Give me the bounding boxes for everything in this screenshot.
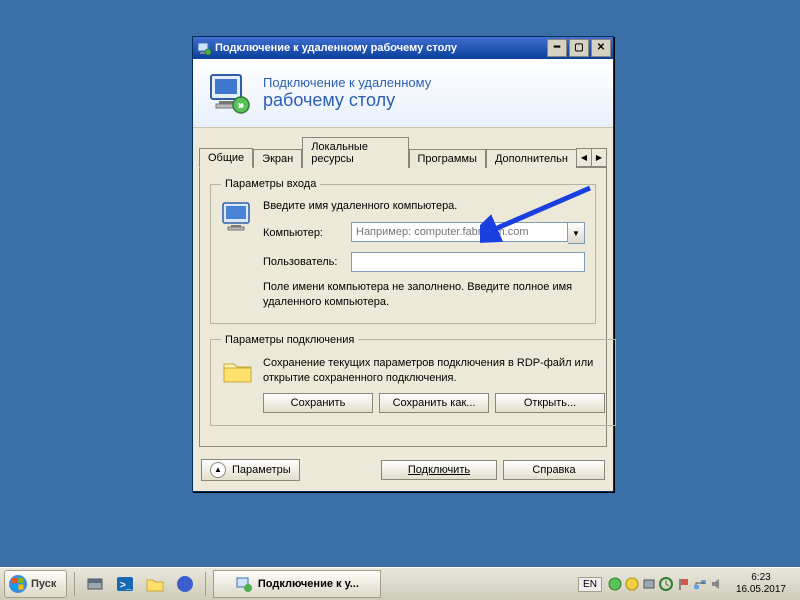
login-instruction: Введите имя удаленного компьютера. xyxy=(263,200,585,212)
tray-icon-4[interactable] xyxy=(659,577,673,591)
tab-scroll-left[interactable]: ◀ xyxy=(576,148,592,167)
maximize-button[interactable]: ▢ xyxy=(569,39,589,57)
user-label: Пользователь: xyxy=(263,256,351,268)
language-indicator[interactable]: EN xyxy=(578,577,602,592)
window-footer: ▲ Параметры Подключить Справка xyxy=(193,453,613,491)
connection-params-group: Параметры подключения Сохранение текущих… xyxy=(210,334,616,426)
desktop: Подключение к удаленному рабочему столу … xyxy=(0,0,800,600)
tab-display[interactable]: Экран xyxy=(253,149,302,168)
clock[interactable]: 6:23 16.05.2017 xyxy=(730,572,792,596)
computer-input[interactable] xyxy=(351,222,568,242)
rdc-logo-icon: » xyxy=(207,71,251,115)
user-input[interactable] xyxy=(351,252,585,272)
save-as-button[interactable]: Сохранить как... xyxy=(379,393,489,413)
connection-text: Сохранение текущих параметров подключени… xyxy=(263,356,605,387)
ql-server-manager[interactable] xyxy=(81,570,109,598)
save-button[interactable]: Сохранить xyxy=(263,393,373,413)
computer-combo[interactable]: ▼ xyxy=(351,222,585,244)
computer-dropdown-button[interactable]: ▼ xyxy=(568,222,585,244)
options-label: Параметры xyxy=(232,464,291,476)
ql-explorer[interactable] xyxy=(141,570,169,598)
banner-subtitle: Подключение к удаленному xyxy=(263,75,431,90)
quick-launch: >_ xyxy=(78,570,202,598)
rdc-window: Подключение к удаленному рабочему столу … xyxy=(192,36,614,492)
start-label: Пуск xyxy=(31,578,56,590)
chevron-up-icon: ▲ xyxy=(210,462,226,478)
clock-time: 6:23 xyxy=(736,572,786,584)
options-toggle-button[interactable]: ▲ Параметры xyxy=(201,459,300,481)
tab-panel-general: Параметры входа Введите имя удаленного к… xyxy=(199,167,607,447)
tray-sound-icon[interactable] xyxy=(710,577,724,591)
tab-programs[interactable]: Программы xyxy=(409,149,486,168)
tab-general[interactable]: Общие xyxy=(199,148,253,168)
ql-powershell[interactable]: >_ xyxy=(111,570,139,598)
window-title: Подключение к удаленному рабочему столу xyxy=(215,42,457,54)
tab-scroll-right[interactable]: ▶ xyxy=(591,148,607,167)
login-params-group: Параметры входа Введите имя удаленного к… xyxy=(210,178,596,324)
tray-flag-icon[interactable] xyxy=(676,577,690,591)
ql-firefox[interactable] xyxy=(171,570,199,598)
tray-icon-3[interactable] xyxy=(642,577,656,591)
tray-icon-1[interactable] xyxy=(608,577,622,591)
open-button[interactable]: Открыть... xyxy=(495,393,605,413)
svg-text:»: » xyxy=(238,98,245,112)
help-button[interactable]: Справка xyxy=(503,460,605,480)
svg-text:>_: >_ xyxy=(120,580,132,591)
task-label: Подключение к у... xyxy=(258,578,359,590)
taskbar-task-rdc[interactable]: Подключение к у... xyxy=(213,570,381,598)
taskbar: Пуск >_ Подключение к у... EN xyxy=(0,567,800,600)
windows-logo-icon xyxy=(9,575,27,593)
banner-title: рабочему столу xyxy=(263,90,431,111)
tray-icon-2[interactable] xyxy=(625,577,639,591)
minimize-button[interactable]: ━ xyxy=(547,39,567,57)
app-icon xyxy=(197,41,211,55)
login-params-legend: Параметры входа xyxy=(221,178,320,190)
folder-icon xyxy=(221,356,255,386)
tab-strip: Общие Экран Локальные ресурсы Программы … xyxy=(199,136,607,167)
connection-params-legend: Параметры подключения xyxy=(221,334,358,346)
titlebar[interactable]: Подключение к удаленному рабочему столу … xyxy=(193,37,613,59)
close-button[interactable]: ✕ xyxy=(591,39,611,57)
monitor-icon xyxy=(221,200,255,234)
header-banner: » Подключение к удаленному рабочему стол… xyxy=(193,59,613,128)
computer-label: Компьютер: xyxy=(263,227,351,239)
computer-hint: Поле имени компьютера не заполнено. Введ… xyxy=(263,280,585,311)
system-tray: EN 6:23 16.05.2017 xyxy=(570,572,800,596)
clock-date: 16.05.2017 xyxy=(736,584,786,596)
connect-button[interactable]: Подключить xyxy=(381,460,497,480)
tab-local-resources[interactable]: Локальные ресурсы xyxy=(302,137,408,168)
start-button[interactable]: Пуск xyxy=(4,570,67,598)
tab-additional[interactable]: Дополнительн xyxy=(486,149,577,168)
tray-network-icon[interactable] xyxy=(693,577,707,591)
